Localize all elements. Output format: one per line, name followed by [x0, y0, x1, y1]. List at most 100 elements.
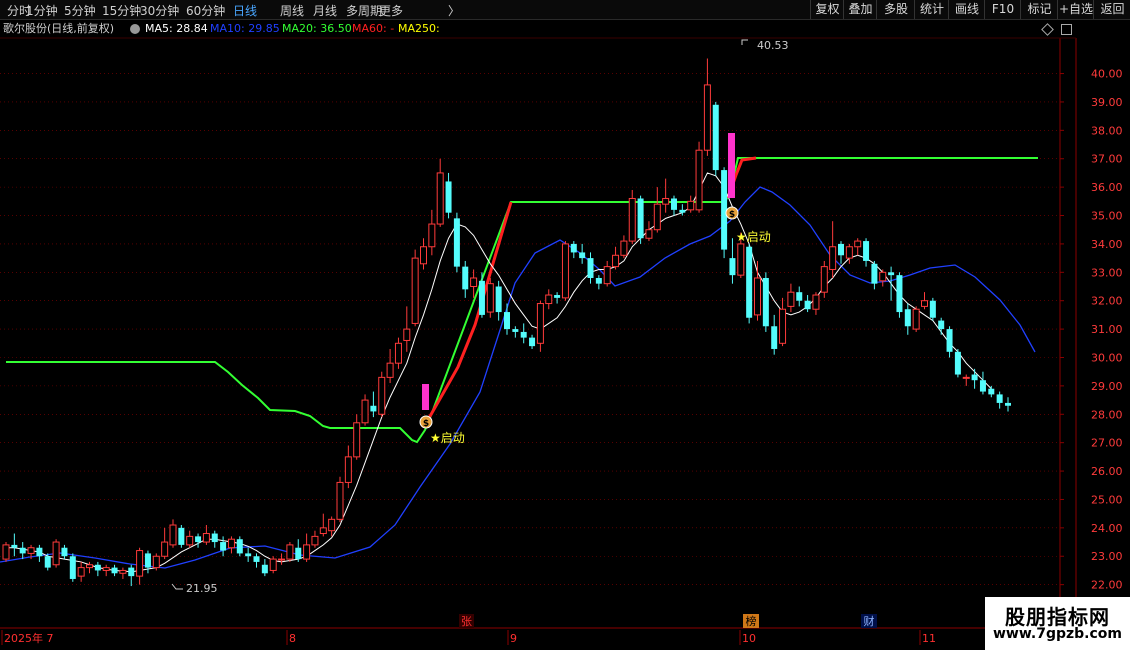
candle-body-down[interactable] [94, 564, 101, 571]
period-tab-7[interactable]: 周线 [280, 2, 304, 19]
candle-body-down[interactable] [771, 326, 778, 349]
candle-body-down[interactable] [871, 263, 878, 284]
candle-body-up[interactable] [645, 229, 653, 239]
candle-body-down[interactable] [111, 567, 118, 574]
candle-body-up[interactable] [386, 362, 394, 378]
candle-body-up[interactable] [687, 200, 695, 211]
candle-body-up[interactable] [278, 558, 286, 561]
candle-body-up[interactable] [2, 544, 10, 560]
candle-body-down[interactable] [746, 246, 753, 318]
toolbar-button-3[interactable]: 统计 [914, 0, 949, 19]
period-tab-1[interactable]: 1分钟 [26, 2, 58, 19]
candle-body-up[interactable] [344, 456, 352, 483]
candle-body-up[interactable] [186, 535, 194, 546]
period-tab-3[interactable]: 15分钟 [102, 2, 141, 19]
candle-body-down[interactable] [671, 198, 677, 210]
candle-body-down[interactable] [804, 300, 811, 310]
candle-body-down[interactable] [888, 272, 895, 276]
candle-body-up[interactable] [436, 172, 444, 225]
candle-body-up[interactable] [536, 303, 544, 344]
candle-body-up[interactable] [353, 422, 361, 458]
marker-bang[interactable]: 榜 [746, 614, 757, 628]
candle-body-up[interactable] [829, 246, 837, 270]
candle-body-up[interactable] [411, 257, 419, 324]
candle-body-up[interactable] [703, 84, 711, 151]
candle-body-down[interactable] [453, 218, 460, 267]
candle-body-down[interactable] [245, 553, 252, 557]
candle-body-up[interactable] [328, 518, 336, 532]
candle-body-up[interactable] [612, 254, 620, 268]
candle-body-up[interactable] [603, 266, 611, 285]
candle-body-down[interactable] [178, 527, 185, 545]
candle-body-down[interactable] [529, 337, 536, 347]
candle-body-down[interactable] [144, 553, 151, 568]
candle-body-down[interactable] [520, 331, 527, 338]
candle-body-down[interactable] [195, 536, 202, 543]
candle-body-up[interactable] [921, 300, 928, 307]
candle-body-down[interactable] [796, 292, 803, 301]
candle-body-up[interactable] [169, 524, 177, 546]
candle-body-down[interactable] [19, 547, 26, 554]
candle-body-up[interactable] [561, 243, 569, 299]
candle-body-up[interactable] [754, 277, 761, 316]
candle-body-down[interactable] [445, 181, 452, 213]
candle-body-down[interactable] [478, 280, 485, 315]
candle-body-up[interactable] [319, 527, 327, 535]
candle-body-up[interactable] [311, 535, 319, 546]
candle-body-down[interactable] [69, 556, 76, 579]
candle-body-down[interactable] [253, 556, 260, 562]
candle-body-down[interactable] [44, 556, 51, 568]
more-chevron-icon[interactable]: 〉 [448, 2, 460, 19]
period-tab-4[interactable]: 30分钟 [140, 2, 179, 19]
candle-body-up[interactable] [102, 567, 110, 571]
candle-body-down[interactable] [261, 564, 268, 574]
candle-body-up[interactable] [545, 294, 553, 305]
candle-body-down[interactable] [570, 243, 577, 253]
toolbar-button-2[interactable]: 多股 [876, 0, 915, 19]
kline-chart[interactable]: 22.00 23.00 24.00 25.00 26.00 27.00 28.00 29.00… [0, 20, 1130, 650]
candle-body-down[interactable] [679, 209, 686, 213]
candle-body-up[interactable] [77, 567, 85, 577]
signal-candle[interactable] [728, 133, 735, 198]
candle-body-down[interactable] [554, 295, 561, 298]
candle-body-down[interactable] [896, 275, 903, 313]
candle-body-up[interactable] [136, 550, 144, 577]
candle-body-up[interactable] [486, 283, 494, 313]
candle-body-down[interactable] [595, 277, 602, 284]
toolbar-button-7[interactable]: +自选 [1057, 0, 1094, 19]
signal-candle[interactable] [422, 384, 429, 410]
period-tab-2[interactable]: 5分钟 [64, 2, 96, 19]
period-tab-8[interactable]: 月线 [313, 2, 337, 19]
candle-body-up[interactable] [737, 243, 745, 276]
candle-body-up[interactable] [787, 291, 795, 307]
candle-body-up[interactable] [227, 538, 235, 549]
candle-body-up[interactable] [86, 564, 93, 569]
candle-body-down[interactable] [762, 277, 769, 327]
candle-body-down[interactable] [929, 300, 936, 318]
candle-body-down[interactable] [11, 544, 18, 548]
candle-body-down[interactable] [946, 329, 953, 352]
candle-body-down[interactable] [61, 547, 68, 557]
candle-body-up[interactable] [303, 544, 311, 560]
period-tab-10[interactable]: 更多 [379, 2, 403, 19]
candle-body-down[interactable] [721, 170, 728, 250]
candle-body-up[interactable] [119, 569, 127, 574]
marker-zhang[interactable]: 张 [461, 615, 472, 628]
candle-body-down[interactable] [971, 374, 978, 381]
candle-body-up[interactable] [854, 240, 862, 248]
candle-body-down[interactable] [1005, 402, 1011, 406]
candle-body-down[interactable] [462, 266, 469, 290]
period-tab-9[interactable]: 多周期 [346, 2, 382, 19]
period-tab-5[interactable]: 60分钟 [186, 2, 225, 19]
candle-body-up[interactable] [52, 541, 60, 566]
toolbar-button-5[interactable]: F10 [984, 0, 1021, 19]
candle-body-up[interactable] [470, 277, 478, 288]
candle-body-up[interactable] [779, 308, 787, 344]
candle-body-down[interactable] [838, 243, 844, 256]
candle-body-up[interactable] [879, 271, 887, 282]
candle-body-down[interactable] [996, 394, 1003, 403]
toolbar-button-8[interactable]: 返回 [1093, 0, 1130, 19]
candle-body-up[interactable] [820, 266, 828, 293]
candle-body-up[interactable] [662, 197, 670, 205]
candle-body-down[interactable] [512, 329, 519, 332]
